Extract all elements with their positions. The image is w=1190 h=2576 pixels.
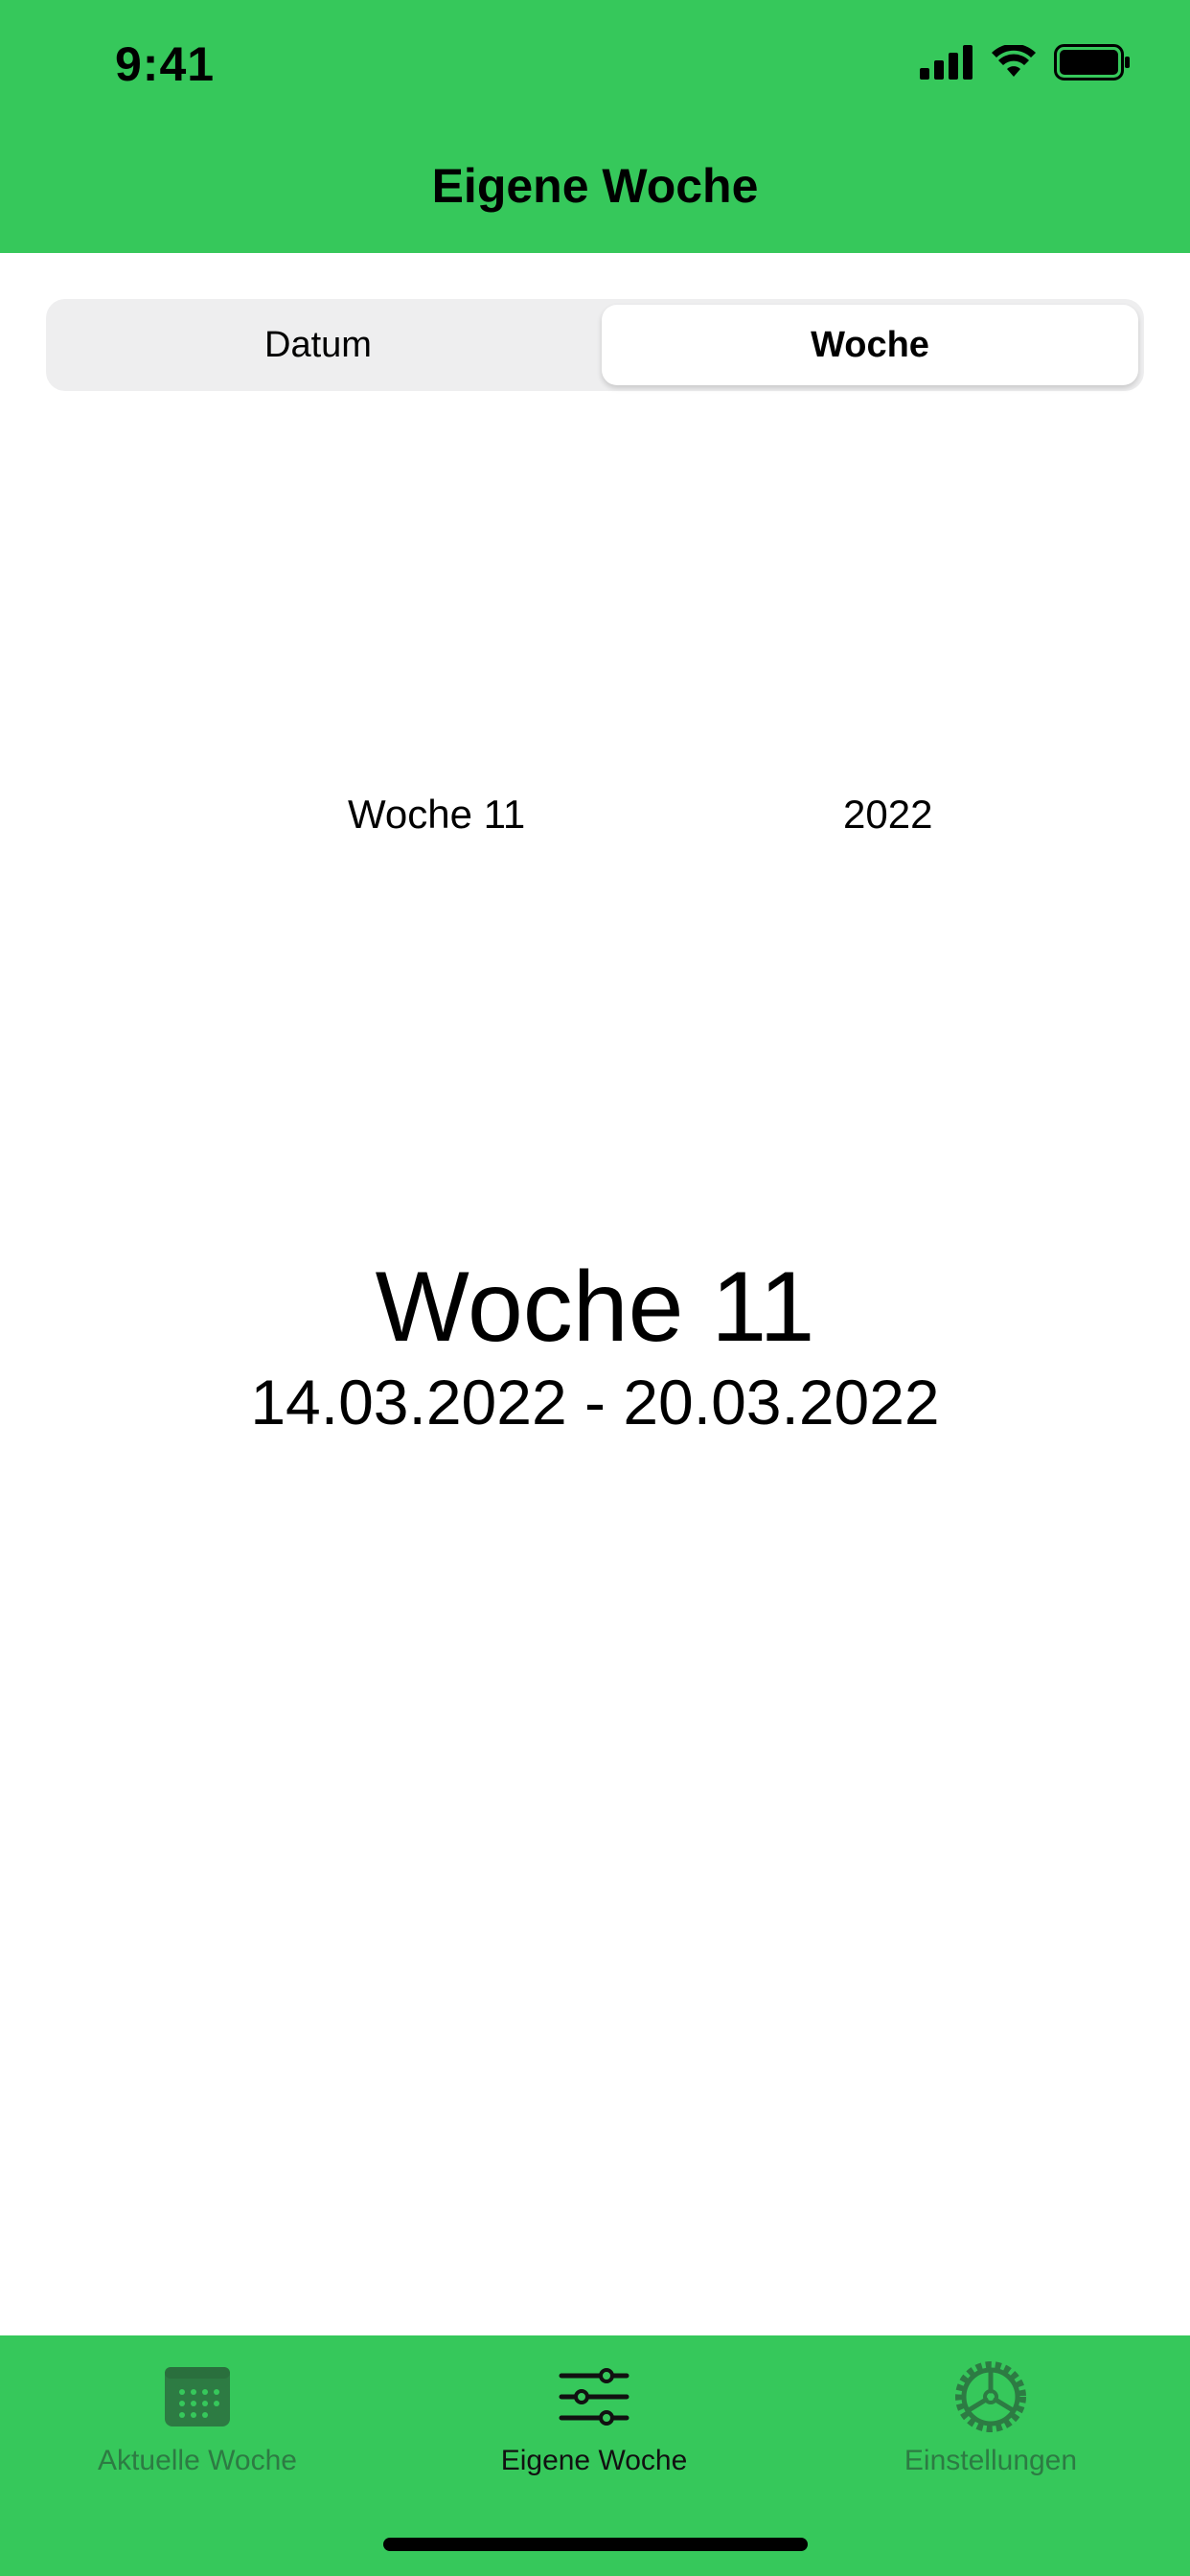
settings-icon: [952, 2358, 1029, 2435]
selected-week-title: Woche 11: [375, 1252, 815, 1363]
wifi-icon: [992, 45, 1036, 77]
cellular-signal-icon: [920, 45, 973, 80]
tab-label: Aktuelle Woche: [98, 2445, 297, 2476]
tab-aktuelle-woche[interactable]: Aktuelle Woche: [25, 2358, 370, 2477]
page-title: Eigene Woche: [431, 159, 759, 213]
home-indicator: [383, 2538, 808, 2551]
mode-segmented-control: Datum Woche: [46, 299, 1144, 391]
segment-datum[interactable]: Datum: [52, 305, 584, 385]
status-time: 9:41: [115, 37, 216, 91]
year-picker[interactable]: 2022: [843, 792, 932, 838]
tab-label: Einstellungen: [904, 2445, 1078, 2476]
tab-eigene-woche[interactable]: Eigene Woche: [422, 2358, 767, 2477]
status-icons: [920, 44, 1131, 80]
selected-week-date-range: 14.03.2022 - 20.03.2022: [250, 1367, 940, 1438]
sliders-icon: [556, 2358, 632, 2435]
battery-icon: [1054, 44, 1130, 80]
calendar-icon: [159, 2358, 236, 2435]
tab-einstellungen[interactable]: Einstellungen: [818, 2358, 1163, 2477]
segment-woche[interactable]: Woche: [602, 305, 1138, 385]
navigation-header: 9:41 Eigene Woche: [0, 0, 1190, 253]
tab-label: Eigene Woche: [500, 2445, 688, 2476]
week-picker[interactable]: Woche 11: [348, 792, 525, 838]
